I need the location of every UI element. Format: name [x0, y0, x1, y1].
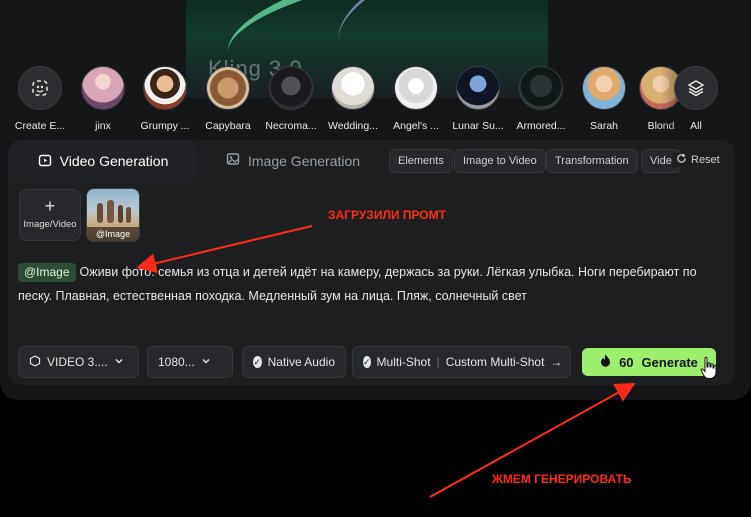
app-window: Kling 3.0 Create E... jinx Grumpy ... Ca…: [0, 0, 751, 400]
credits-count: 60: [619, 354, 634, 370]
sparkle-face-icon: [18, 66, 62, 110]
native-audio-toggle[interactable]: ✓ Native Audio: [242, 346, 346, 378]
annotation-generate-note: ЖМЕМ ГЕНЕРИРОВАТЬ: [492, 472, 632, 486]
layers-icon: [674, 66, 718, 110]
check-icon: ✓: [363, 356, 371, 368]
preset-avatar: [331, 66, 375, 110]
upload-image-video-button[interactable]: + Image/Video: [19, 189, 81, 241]
chip-transformation[interactable]: Transformation: [546, 149, 638, 173]
tab-video-generation[interactable]: Video Generation: [8, 140, 198, 182]
preset-avatar: [143, 66, 187, 110]
reset-label: Reset: [691, 154, 720, 166]
preset-label: Capybara: [205, 120, 251, 132]
preset-label: Create E...: [14, 120, 66, 132]
multi-shot-label: Multi-Shot: [376, 355, 431, 369]
thumbnail-caption: @Image: [87, 227, 139, 241]
tab-label: Image Generation: [248, 152, 361, 169]
preset-avatar: [456, 66, 500, 110]
preset-label: Angel's ...: [393, 120, 439, 132]
custom-multi-shot-label[interactable]: Custom Multi-Shot: [446, 355, 545, 369]
arrow-right-icon: →: [550, 355, 563, 369]
resolution-select[interactable]: 1080...: [147, 346, 233, 378]
preset-jinx[interactable]: jinx: [70, 66, 136, 132]
model-select[interactable]: VIDEO 3....: [18, 346, 139, 378]
preset-label: Lunar Su...: [452, 120, 504, 132]
resolution-value: 1080...: [158, 355, 195, 369]
native-audio-label: Native Audio: [267, 355, 335, 369]
preset-avatar: [206, 66, 250, 110]
preset-angels[interactable]: Angel's ...: [383, 66, 449, 132]
separator: |: [436, 355, 440, 369]
chip-image-to-video[interactable]: Image to Video: [454, 149, 546, 173]
flame-icon: [600, 354, 611, 370]
preset-strip: Create E... jinx Grumpy ... Capybara Nec…: [0, 66, 751, 136]
preset-avatar: [394, 66, 438, 110]
uploaded-image-thumbnail[interactable]: @Image: [86, 188, 140, 242]
family-beach-photo: [97, 200, 131, 223]
preset-label: jinx: [95, 120, 111, 132]
prompt-textarea[interactable]: @Image Оживи фото: семья из отца и детей …: [18, 260, 723, 308]
preset-armored[interactable]: Armored...: [508, 66, 574, 132]
preset-label: Grumpy ...: [140, 120, 190, 132]
chevron-down-icon: [201, 355, 211, 369]
generation-panel: Video Generation Image Generation Elemen…: [8, 140, 735, 385]
annotation-upload-note: ЗАГРУЗИЛИ ПРОМТ: [328, 208, 446, 222]
preset-grumpy[interactable]: Grumpy ...: [132, 66, 198, 132]
model-value: VIDEO 3....: [47, 355, 108, 369]
preset-label: All: [690, 120, 702, 132]
preset-label: Armored...: [516, 120, 566, 132]
hexagon-icon: [29, 354, 41, 370]
preset-label: Wedding...: [327, 120, 378, 132]
generate-label: Generate: [641, 354, 698, 370]
preset-label: Necroma...: [265, 120, 317, 132]
image-reference-tag[interactable]: @Image: [18, 263, 76, 282]
preset-avatar: [582, 66, 626, 110]
preset-avatar: [269, 66, 313, 110]
preset-necromancer[interactable]: Necroma...: [258, 66, 324, 132]
preset-all[interactable]: All: [663, 66, 729, 132]
upload-label: Image/Video: [23, 219, 77, 230]
multi-shot-toggle[interactable]: ✓ Multi-Shot | Custom Multi-Shot →: [352, 346, 571, 378]
check-icon: ✓: [253, 356, 262, 368]
preset-avatar: [81, 66, 125, 110]
prompt-text: Оживи фото: семья из отца и детей идёт н…: [18, 265, 697, 303]
preset-lunar[interactable]: Lunar Su...: [445, 66, 511, 132]
refresh-icon: [676, 153, 687, 167]
reset-button[interactable]: Reset: [672, 153, 720, 167]
tab-image-generation[interactable]: Image Generation: [226, 152, 360, 169]
chip-elements[interactable]: Elements: [389, 149, 453, 173]
hand-cursor-icon: [700, 356, 718, 385]
preset-create-effect[interactable]: Create E...: [7, 66, 73, 132]
image-icon: [226, 152, 240, 169]
preset-avatar: [519, 66, 563, 110]
generate-button[interactable]: 60 Generate: [582, 348, 716, 376]
preset-wedding[interactable]: Wedding...: [320, 66, 386, 132]
preset-capybara[interactable]: Capybara: [195, 66, 261, 132]
plus-icon: +: [44, 196, 56, 216]
video-clapper-icon: [38, 153, 52, 170]
chevron-down-icon: [114, 355, 124, 369]
tab-label: Video Generation: [59, 153, 169, 169]
